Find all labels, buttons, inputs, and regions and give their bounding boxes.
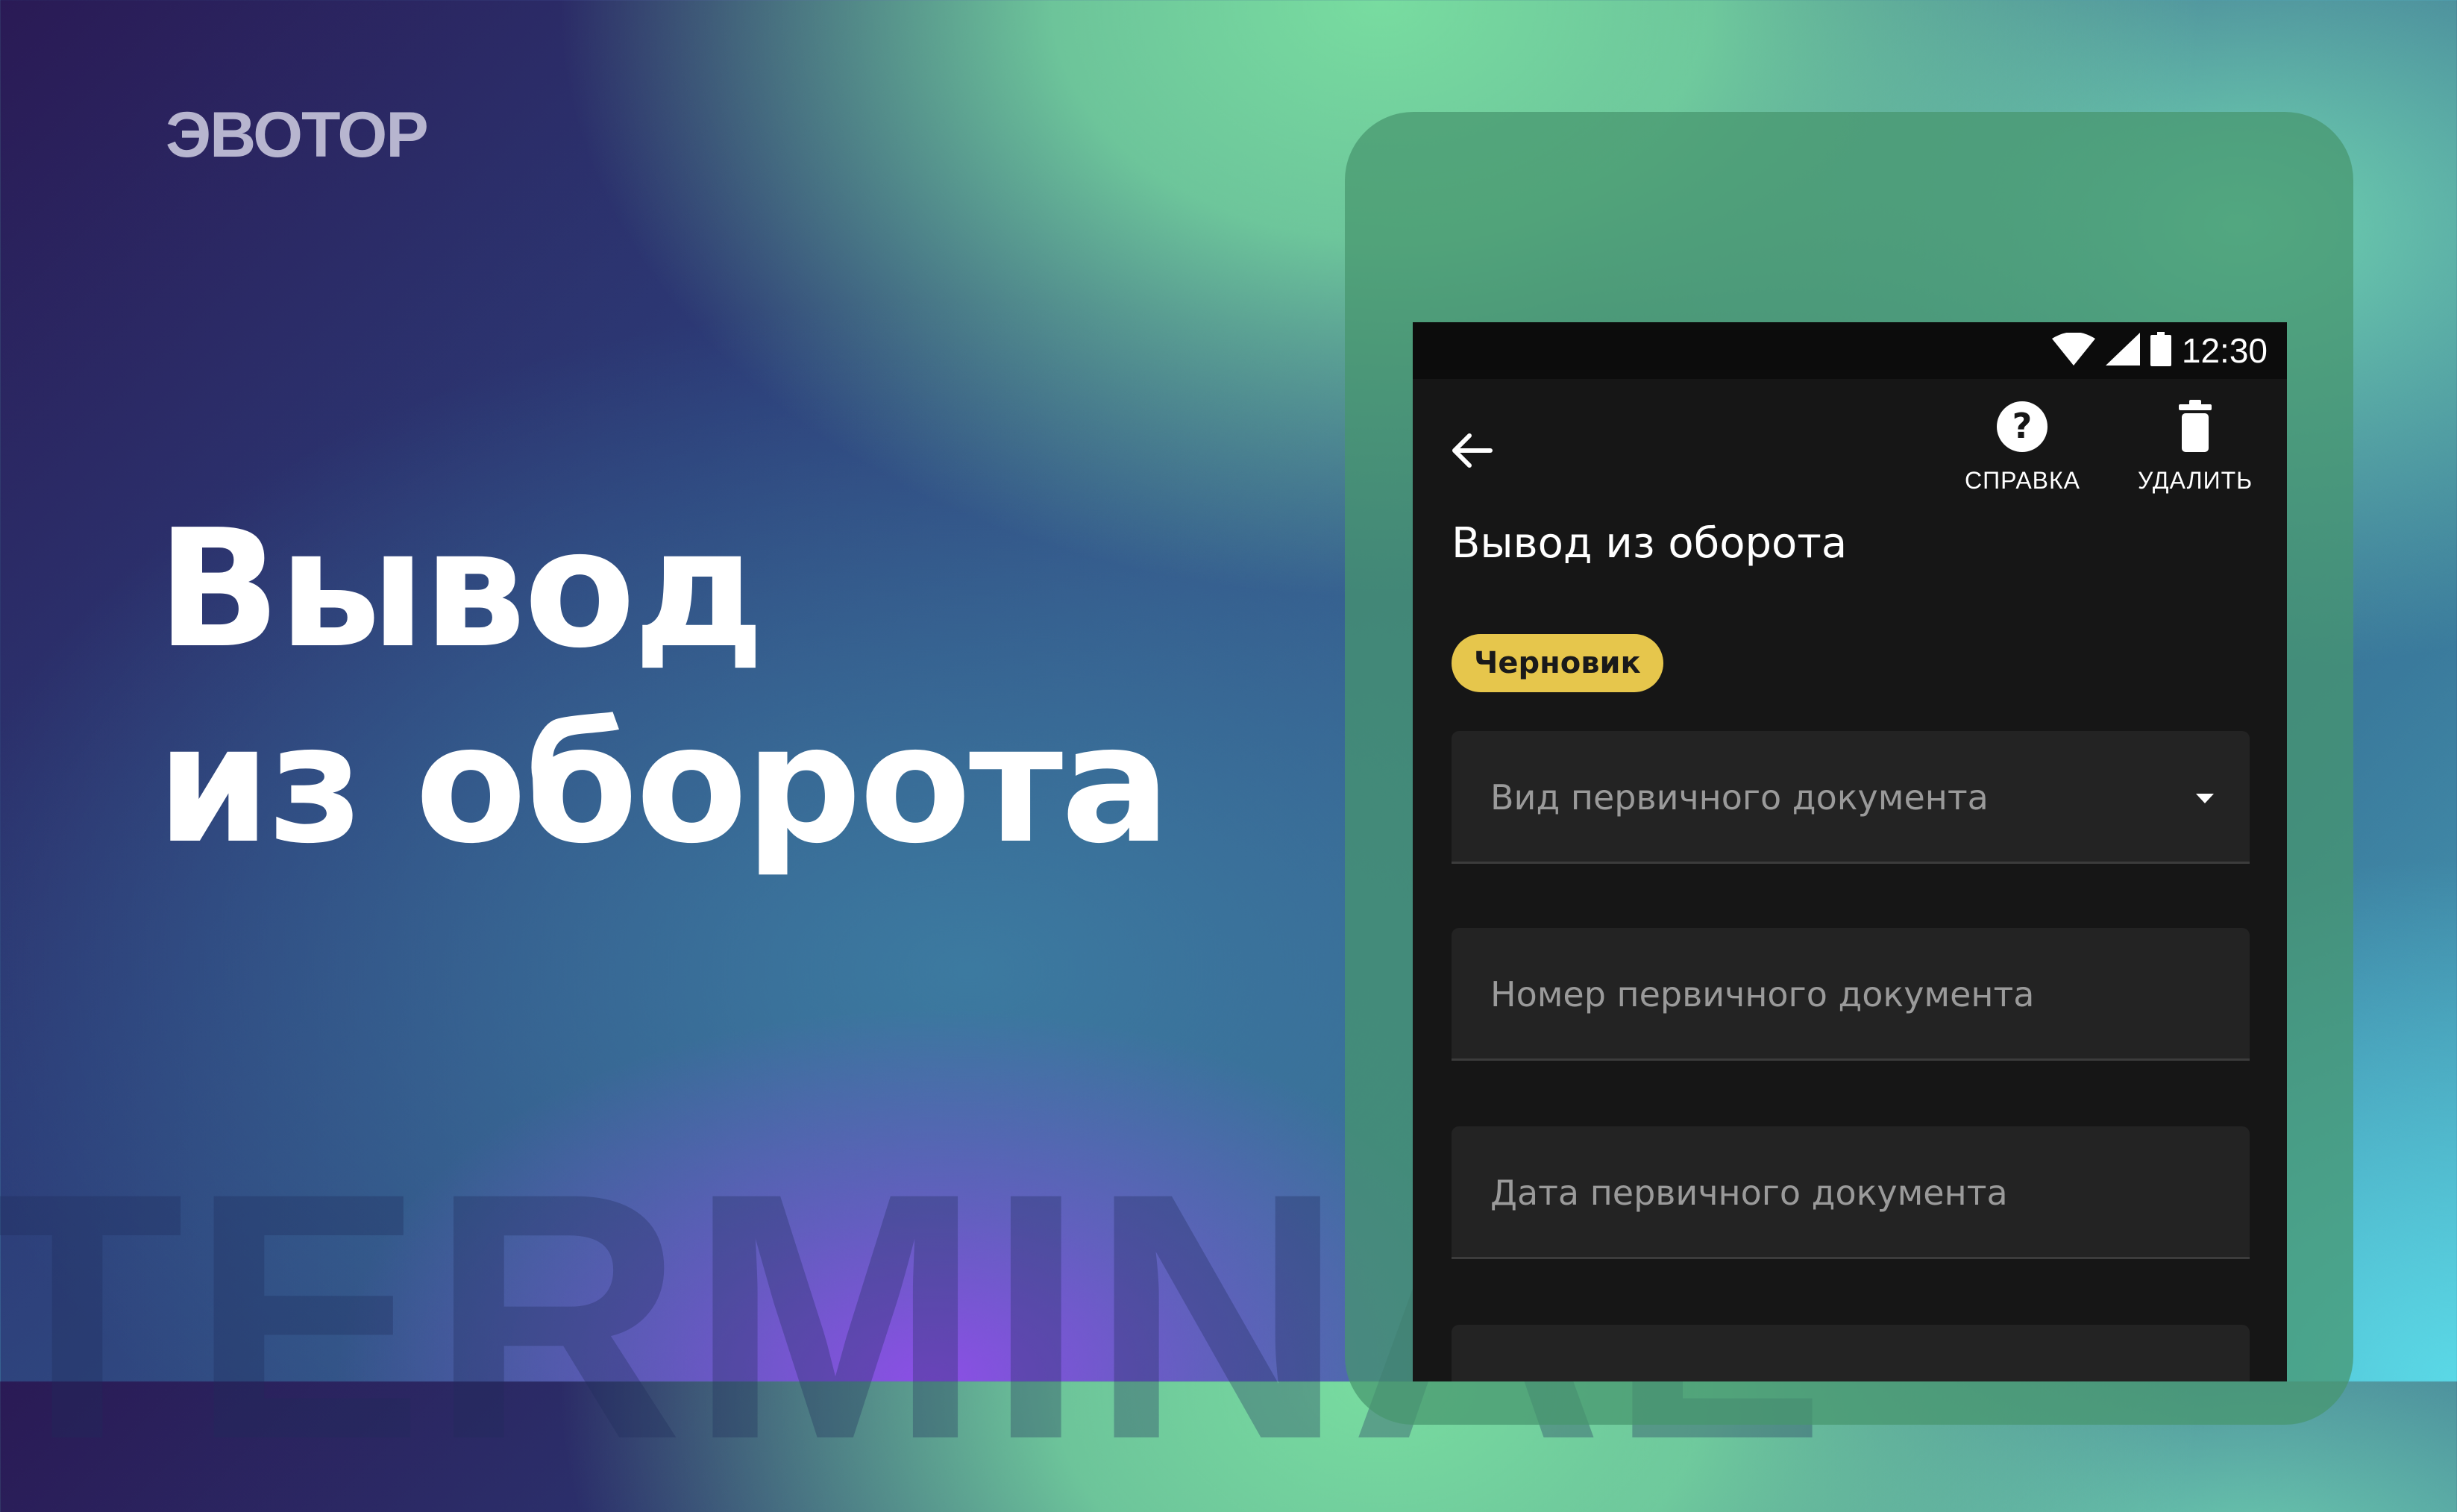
delete-button[interactable]: УДАЛИТЬ (2138, 400, 2253, 495)
screen-title: Вывод из оборота (1452, 519, 1848, 568)
additional-field[interactable] (1452, 1325, 2250, 1381)
wifi-icon (2051, 332, 2095, 368)
device-screen: 12:30 ? СПРАВКА УДАЛИТЬ Вывод из оборота… (1413, 322, 2287, 1381)
dropdown-arrow-icon (2190, 783, 2220, 813)
headline-line-1: Вывод (157, 495, 765, 684)
trash-icon (2168, 400, 2222, 457)
svg-text:?: ? (2012, 406, 2033, 446)
headline: Вывод из оборота (157, 492, 1170, 883)
delete-button-label: УДАЛИТЬ (2138, 467, 2253, 494)
status-chip: Черновик (1452, 634, 1663, 692)
document-date-field[interactable]: Дата первичного документа (1452, 1126, 2250, 1259)
back-button[interactable] (1446, 424, 1499, 477)
document-number-placeholder: Номер первичного документа (1490, 974, 2035, 1014)
document-number-field[interactable]: Номер первичного документа (1452, 928, 2250, 1061)
document-type-placeholder: Вид первичного документа (1490, 777, 1989, 818)
cell-signal-icon (2105, 333, 2140, 368)
status-bar: 12:30 (1413, 322, 2287, 379)
help-button[interactable]: ? СПРАВКА (1965, 400, 2080, 495)
status-bar-right: 12:30 (2051, 328, 2268, 373)
status-time: 12:30 (2181, 331, 2268, 370)
headline-line-2: из оборота (157, 691, 1170, 879)
help-button-label: СПРАВКА (1965, 467, 2080, 494)
battery-icon (2150, 332, 2171, 369)
document-date-placeholder: Дата первичного документа (1490, 1173, 2008, 1213)
arrow-left-icon (1446, 433, 1499, 480)
help-circle-icon: ? (1995, 400, 2049, 457)
brand-logo: ЭВОТОР (166, 99, 429, 171)
document-type-dropdown[interactable]: Вид первичного документа (1452, 731, 2250, 864)
